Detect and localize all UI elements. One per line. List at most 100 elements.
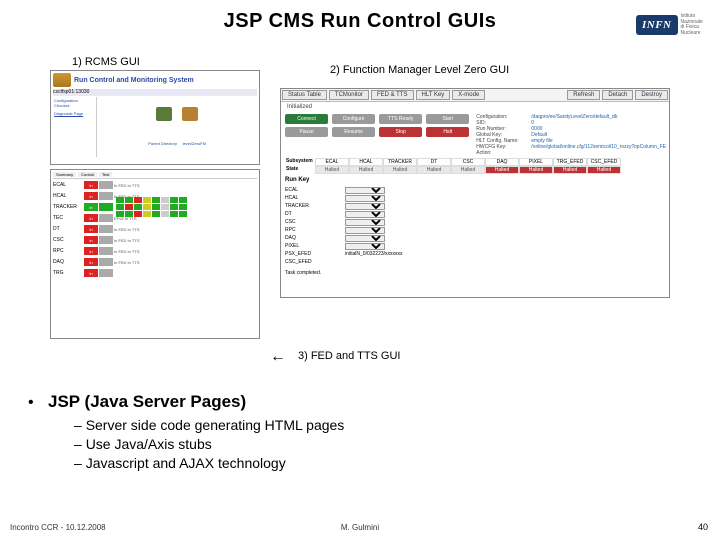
infn-subtext: Istituto Nazionaledi Fisica Nucleare	[681, 14, 706, 36]
lz-command-button[interactable]: Connect	[285, 114, 328, 124]
subsys-state: Halted	[349, 166, 383, 174]
lz-command-button[interactable]: Start	[426, 114, 469, 124]
diagnostic-link[interactable]: Diagnostic Page	[54, 111, 95, 116]
lz-tab[interactable]: Status Table	[282, 90, 327, 100]
status-chip[interactable]: in	[84, 192, 98, 200]
list-item-select[interactable]	[345, 227, 385, 234]
list-item-name: HCAL	[285, 195, 345, 201]
list-item: PIXEL	[285, 242, 665, 250]
status-chip[interactable]	[99, 225, 113, 233]
lz-command-button[interactable]: Halt	[426, 127, 469, 137]
status-chip[interactable]	[99, 214, 113, 222]
status-chip[interactable]	[99, 258, 113, 266]
subsys-state: Halted	[315, 166, 349, 174]
row-note: In FED In TTS	[114, 227, 257, 232]
rcms-tabs: SummaryControlTest	[53, 172, 257, 179]
list-item-name: DAQ	[285, 235, 345, 241]
rcms-logo-icon	[53, 73, 71, 87]
psx-value: initialN_0/032223/xxxxxxx	[345, 251, 403, 257]
page-number: 40	[698, 522, 708, 532]
subsystem-name: TRACKER	[53, 204, 83, 210]
subsystem-name: CSC	[53, 237, 83, 243]
lz-tab[interactable]: X-mode	[452, 90, 485, 100]
list-item-select[interactable]	[345, 243, 385, 250]
lz-command-button[interactable]: Resume	[332, 127, 375, 137]
status-chip[interactable]: in	[84, 225, 98, 233]
lz-tab[interactable]: FED & TTS	[371, 90, 414, 100]
lz-action-button[interactable]: Refresh	[567, 90, 600, 100]
arrow-icon: ←	[270, 348, 286, 366]
row-note: In FED In TTS	[114, 238, 257, 243]
sub-bullet: Use Java/Axis stubs	[74, 435, 344, 454]
lz-toolbar: Status TableTCMonitorFED & TTSHLT KeyX-m…	[281, 89, 669, 102]
subsys-header: TRACKER	[383, 158, 417, 166]
list-item-select[interactable]	[345, 211, 385, 218]
list-item-select[interactable]	[345, 195, 385, 202]
list-item: HCAL	[285, 194, 665, 202]
subsys-state: Halted	[587, 166, 621, 174]
subsystem-row: ECALinIn FED In TTS	[53, 180, 257, 190]
status-chip[interactable]: in	[84, 236, 98, 244]
rcms-tab[interactable]: Summary	[53, 172, 76, 177]
subsys-header: PIXEL	[519, 158, 553, 166]
list-item: DT	[285, 210, 665, 218]
rcms-tab[interactable]: Test	[99, 172, 112, 177]
status-chip[interactable]: in	[84, 269, 98, 277]
lz-info-panel: Configuration:/daqpro/ee/SanityLevelZero…	[473, 112, 669, 158]
subsystem-row: CSCin In FED In TTS	[53, 235, 257, 245]
slide-title: JSP CMS Run Control GUIs	[0, 0, 720, 39]
lz-command-button[interactable]: Stop	[379, 127, 422, 137]
status-chip[interactable]: in	[84, 247, 98, 255]
subsystem-row: TRGin	[53, 268, 257, 278]
subsys-state: Halted	[553, 166, 587, 174]
list-item-select[interactable]	[345, 235, 385, 242]
bullet-main: JSP (Java Server Pages)	[48, 392, 246, 412]
panel-level-zero-gui: Status TableTCMonitorFED & TTSHLT KeyX-m…	[280, 88, 670, 298]
subsys-state: Halted	[417, 166, 451, 174]
status-chip[interactable]	[99, 269, 113, 277]
list-item-select[interactable]	[345, 203, 385, 210]
parent-dir-link[interactable]: Parent Directory	[148, 141, 177, 146]
lz-subsystem-list: ECALHCALTRACKERDTCSCRPCDAQPIXELPSX_EFEDi…	[285, 186, 665, 266]
list-item-name: RPC	[285, 227, 345, 233]
sub-bullet: Javascript and AJAX technology	[74, 454, 344, 473]
config-icon-1[interactable]	[156, 107, 172, 121]
list-item-name: ECAL	[285, 187, 345, 193]
lz-action-button[interactable]: Destroy	[635, 90, 668, 100]
list-item-name: CSC_EFED	[285, 259, 345, 265]
list-item-select[interactable]	[345, 219, 385, 226]
lz-command-button[interactable]: TTS Ready	[379, 114, 422, 124]
lz-tab[interactable]: TCMonitor	[329, 90, 369, 100]
list-item-name: PSX_EFED	[285, 251, 345, 257]
subsys-header: HCAL	[349, 158, 383, 166]
status-chip[interactable]: in	[84, 203, 98, 211]
status-chip[interactable]: in	[84, 181, 98, 189]
lz-command-button[interactable]: Pause	[285, 127, 328, 137]
status-chip[interactable]: in	[84, 258, 98, 266]
list-item-name: DT	[285, 211, 345, 217]
lz-command-button[interactable]: Configure	[332, 114, 375, 124]
subsys-header: TRG_EFED	[553, 158, 587, 166]
footer-center: M. Gulmini	[0, 523, 720, 532]
subsystem-row: RPCinIn FED In TTS	[53, 246, 257, 256]
rcms-top-window: Run Control and Monitoring System csctfs…	[50, 70, 260, 165]
sub-bullet: Server side code generating HTML pages	[74, 416, 344, 435]
config-chooser-label: Configuration Chooser:	[54, 98, 95, 108]
lz-tab[interactable]: HLT Key	[416, 90, 451, 100]
status-chip[interactable]: in	[84, 214, 98, 222]
rcms-tab[interactable]: Control	[78, 172, 97, 177]
status-chip[interactable]	[99, 181, 113, 189]
config-icon-2[interactable]	[182, 107, 198, 121]
lz-action-button[interactable]: Detach	[602, 90, 633, 100]
status-chip[interactable]	[99, 203, 113, 211]
levelzero-link[interactable]: level/ZeroFM	[183, 141, 206, 146]
list-item: RPC	[285, 226, 665, 234]
subsystem-name: RPC	[53, 248, 83, 254]
list-item-select[interactable]	[345, 187, 385, 194]
status-chip[interactable]	[99, 236, 113, 244]
status-chip[interactable]	[99, 192, 113, 200]
status-chip[interactable]	[99, 247, 113, 255]
list-item-name: CSC	[285, 219, 345, 225]
bullet-dot: •	[28, 394, 48, 412]
subsystem-name: TRG	[53, 270, 83, 276]
